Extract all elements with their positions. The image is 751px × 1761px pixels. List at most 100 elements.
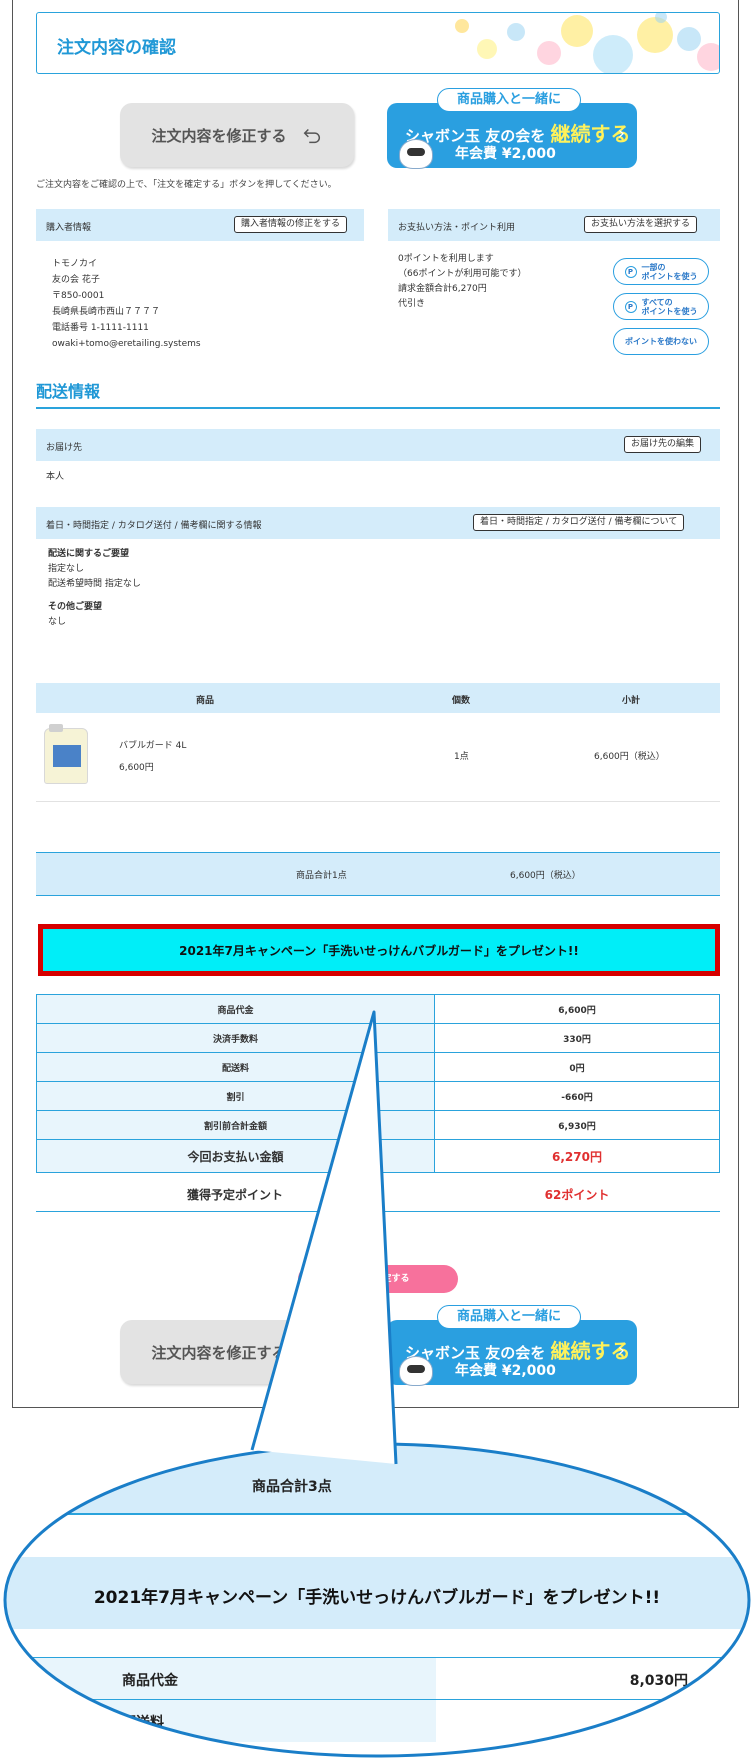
decor-bubble (455, 19, 469, 33)
summary-row: 割引 -660円 (36, 1081, 720, 1111)
zoom-campaign-text: 2021年7月キャンペーン「手洗いせっけんバブルガード」をプレゼント!! (93, 1588, 661, 1608)
delivery-request-line: 指定なし (48, 564, 85, 574)
use-some-points-label: 一部の ポイントを使う (641, 262, 698, 281)
decor-bubble (637, 17, 673, 53)
shipping-section-title: 配送情報 (36, 382, 101, 401)
campaign-banner: 2021年7月キャンペーン「手洗いせっけんバブルガード」をプレゼント!! (38, 924, 720, 976)
delivery-request-line: 配送希望時間 指定なし (48, 579, 141, 589)
zoom-row-value: 8,030円 (629, 1673, 688, 1689)
points-value: 62ポイント (544, 1188, 610, 1202)
points-label: 獲得予定ポイント (186, 1188, 283, 1202)
decor-bubble (697, 43, 719, 71)
payment-line: （66ポイントが利用可能です） (398, 269, 527, 279)
col-header-qty: 個数 (452, 696, 471, 706)
summary-row: 決済手数料 330円 (36, 1023, 720, 1053)
use-all-points-button[interactable]: P すべての ポイントを使う (613, 293, 709, 320)
modify-order-button[interactable]: 注文内容を修正する (120, 103, 354, 167)
zoom-row-label: 配送料 (122, 1715, 164, 1731)
point-coin-icon: P (624, 300, 637, 313)
no-points-label: ポイントを使わない (625, 337, 697, 346)
summary-value: -660円 (434, 1081, 720, 1111)
payment-panel-label: お支払い方法・ポイント利用 (398, 223, 516, 233)
payment-amount-label: 今回お支払い金額 (36, 1139, 435, 1173)
confirm-order-button[interactable]: 注文を確定する (298, 1265, 458, 1293)
product-price: 6,600円 (119, 763, 154, 773)
page-title: 注文内容の確認 (57, 38, 176, 58)
zoom-row-label: 商品代金 (122, 1673, 178, 1689)
points-row: 獲得予定ポイント 62ポイント (36, 1176, 720, 1212)
membership-fee: 年会費 ¥2,000 (455, 146, 556, 162)
col-header-product: 商品 (196, 696, 215, 706)
use-some-points-button[interactable]: P 一部の ポイントを使う (613, 258, 709, 285)
zoom-divider (6, 1513, 748, 1515)
delivery-request-title: 配送に関するご要望 (48, 549, 130, 559)
summary-value: 0円 (434, 1052, 720, 1082)
payment-info: 0ポイントを利用します （66ポイントが利用可能です） 請求金額合計6,270円… (398, 252, 526, 312)
summary-row: 割引前合計金額 6,930円 (36, 1110, 720, 1140)
use-all-points-label: すべての ポイントを使う (641, 297, 698, 316)
product-qty: 1点 (454, 752, 469, 762)
mascot-icon (399, 1356, 433, 1386)
zoom-summary-row: 配送料 (6, 1699, 748, 1742)
delivery-options-label: 着日・時間指定 / カタログ送付 / 備考欄に関する情報 (46, 521, 262, 531)
order-notice: ご注文内容をご確認の上で、「注文を確定する」ボタンを押してください。 (36, 180, 337, 190)
payment-panel-header: お支払い方法・ポイント利用 お支払い方法を選択する (388, 209, 720, 241)
col-header-subtotal: 小計 (622, 696, 641, 706)
destination-label: お届け先 (46, 443, 83, 453)
buyer-line: owaki+tomo@eretailing.systems (52, 339, 201, 349)
product-name[interactable]: バブルガード 4L (119, 739, 186, 754)
modify-order-label: 注文内容を修正する (151, 1343, 287, 1362)
summary-label: 商品代金 (36, 994, 435, 1024)
product-total-label: 商品合計1点 (296, 871, 347, 881)
buyer-line: 友の会 花子 (52, 275, 100, 285)
row-divider (36, 801, 720, 802)
product-subtotal: 6,600円（税込） (594, 752, 665, 762)
summary-table: 商品代金 6,600円 決済手数料 330円 配送料 0円 割引 -660円 割引前合計… (36, 994, 720, 1173)
buyer-line: 長崎県長崎市西山７７７７ (52, 307, 161, 317)
zoom-row-label-cell (6, 1700, 436, 1742)
buyer-panel-header: 購入者情報 購入者情報の修正をする (36, 209, 364, 241)
buyer-line: 〒850-0001 (52, 291, 105, 301)
return-arrow-icon (303, 1345, 320, 1361)
chevron-right-icon: › (617, 123, 625, 144)
mascot-icon (399, 139, 433, 169)
zoom-total-label: 商品合計3点 (252, 1479, 332, 1495)
product-table-header: 商品 個数 小計 (36, 683, 720, 713)
zoom-campaign-band: 2021年7月キャンペーン「手洗いせっけんバブルガード」をプレゼント!! (6, 1557, 748, 1629)
modify-order-button-bottom[interactable]: 注文内容を修正する (120, 1320, 354, 1384)
buyer-line: 電話番号 1-1111-1111 (52, 323, 149, 333)
continue-membership-button[interactable]: 商品購入と一緒に シャボン玉 友の会を 継続する 年会費 ¥2,000 › (387, 88, 637, 169)
modify-order-label: 注文内容を修正する (151, 126, 287, 145)
chevron-right-icon: › (617, 1340, 625, 1361)
destination-header: お届け先 お届け先の編集 (36, 429, 720, 461)
page-header: 注文内容の確認 (36, 12, 720, 74)
zoom-summary-row: 商品代金 8,030円 (6, 1657, 748, 1700)
summary-row: 商品代金 6,600円 (36, 994, 720, 1024)
delivery-options-button[interactable]: 着日・時間指定 / カタログ送付 / 備考欄について (473, 514, 685, 531)
membership-fee: 年会費 ¥2,000 (455, 1363, 556, 1379)
other-request-value: なし (48, 617, 67, 627)
summary-value: 6,600円 (434, 994, 720, 1024)
decor-bubble (561, 15, 593, 47)
decor-bubble (593, 35, 633, 73)
zoom-callout: 商品合計3点 2021年7月キャンペーン「手洗いせっけんバブルガード」をプレゼン… (6, 1445, 748, 1756)
summary-value: 6,930円 (434, 1110, 720, 1140)
decor-bubble (477, 39, 497, 59)
summary-label: 決済手数料 (36, 1023, 435, 1053)
payment-line: 0ポイントを利用します (398, 254, 494, 264)
payment-line: 請求金額合計6,270円 (398, 284, 487, 294)
buyer-panel-label: 購入者情報 (46, 223, 92, 233)
no-points-button[interactable]: ポイントを使わない (613, 328, 709, 355)
return-arrow-icon (303, 128, 320, 144)
select-payment-button[interactable]: お支払い方法を選択する (584, 216, 698, 233)
membership-tag: 商品購入と一緒に (437, 1305, 581, 1335)
section-divider (36, 407, 720, 409)
buyer-info: トモノカイ 友の会 花子 〒850-0001 長崎県長崎市西山７７７７ 電話番号… (52, 256, 201, 352)
edit-destination-button[interactable]: お届け先の編集 (624, 436, 702, 453)
zoom-total-band: 商品合計3点 (6, 1445, 748, 1513)
product-image (44, 724, 88, 784)
destination-value: 本人 (46, 472, 65, 482)
edit-buyer-button[interactable]: 購入者情報の修正をする (234, 216, 348, 233)
continue-membership-button-bottom[interactable]: 商品購入と一緒に シャボン玉 友の会を 継続する 年会費 ¥2,000 › (387, 1305, 637, 1386)
summary-row: 配送料 0円 (36, 1052, 720, 1082)
